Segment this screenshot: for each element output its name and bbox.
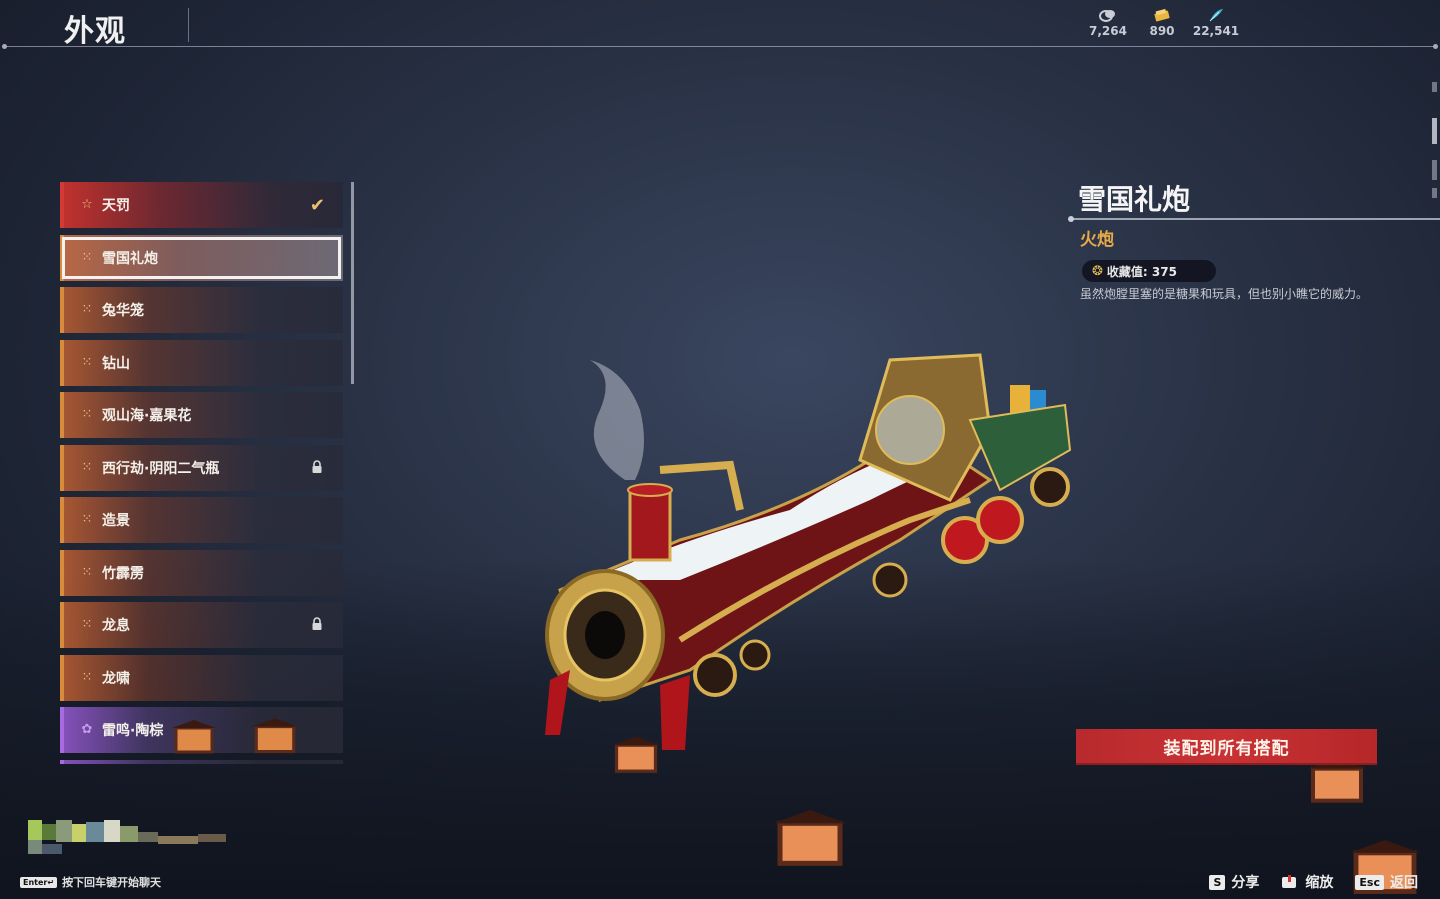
skin-item-label: 龙啸 (102, 670, 130, 687)
skin-item[interactable]: ⁙ 雪国礼炮 (60, 234, 343, 281)
collection-value: 收藏值: 375 (1106, 264, 1177, 279)
collection-icon: ❂ (1092, 263, 1103, 279)
chimney-top (627, 483, 673, 497)
top-bar: 外观 7,264 890 22,541 (0, 0, 1440, 50)
quad-dot-icon: ⁙ (81, 564, 93, 580)
front-fin (660, 675, 690, 750)
title-divider (188, 8, 189, 42)
skin-item-label: 兔华笼 (102, 303, 144, 319)
equipped-check-icon: ✔ (309, 195, 325, 216)
skin-item[interactable]: ⁙ 龙息 (60, 602, 343, 648)
skin-item-label: 天罚 (102, 198, 130, 214)
page-scroll-mark (1432, 82, 1437, 92)
quad-dot-icon: ⁙ (81, 302, 93, 317)
quad-dot-icon: ⁙ (81, 249, 93, 265)
skin-item[interactable]: ⁙ 龙啸 (60, 654, 343, 701)
cyan-feather-icon (1209, 9, 1223, 22)
skin-item-label: 观山海·嘉果花 (102, 408, 192, 424)
top-divider-line (4, 46, 1436, 47)
skin-item[interactable]: ⁙ 西行劫·阴阳二气瓶 (60, 444, 343, 491)
page-scroll-mark (1432, 160, 1437, 180)
skin-item[interactable]: ⁙ 钻山 (60, 339, 343, 386)
quad-dot-icon: ⁙ (81, 407, 93, 422)
skin-item-label: 造景 (102, 513, 130, 529)
skin-item-label: 钻山 (102, 355, 130, 372)
detail-divider-dot (1068, 216, 1074, 222)
zoom-label: 缩放 (1305, 875, 1334, 891)
chat-hint[interactable]: Enter↵ 按下回车键开始聊天 (20, 874, 161, 890)
back-label: 返回 (1390, 875, 1418, 891)
pixelated-player-name (28, 820, 226, 854)
skin-item-label: 雪国礼炮 (102, 250, 158, 267)
item-type: 火炮 (1080, 230, 1114, 250)
key-hints: S 分享 缩放 Esc 返回 (1187, 872, 1418, 892)
currency-value: 7,264 (1089, 24, 1127, 38)
skin-item-partial[interactable] (60, 759, 343, 764)
item-description: 虽然炮膛里塞的是糖果和玩具，但也别小瞧它的威力。 (1080, 287, 1369, 301)
share-hint[interactable]: S 分享 (1209, 872, 1259, 892)
currency-coins: 7,264 (1078, 8, 1138, 38)
divider-dot-left (2, 44, 7, 49)
skin-item-label: 龙息 (102, 618, 130, 634)
skin-list: ☆ 天罚 ✔ ⁙ 雪国礼炮 ⁙ 兔华笼 ⁙ 钻山 ⁙ 观山海·嘉果花 ⁙ 西行劫… (60, 182, 346, 764)
enter-key: Enter↵ (20, 876, 58, 888)
collection-badge: ❂ 收藏值: 375 (1082, 260, 1216, 282)
divider-dot-right (1433, 44, 1438, 49)
lock-icon (312, 617, 322, 630)
lantern-icon (252, 718, 298, 754)
currency-feathers: 22,541 (1186, 8, 1246, 38)
s-key: S (1209, 874, 1226, 890)
currency-value: 890 (1149, 24, 1175, 38)
skin-item[interactable]: ⁙ 造景 (60, 497, 343, 543)
skin-item-label: 雷鸣·陶棕 (102, 723, 164, 739)
detail-divider (1070, 218, 1440, 220)
list-scrollbar[interactable] (351, 182, 354, 384)
lantern-icon (1307, 758, 1367, 803)
skin-item[interactable]: ⁙ 竹霹雳 (60, 549, 343, 596)
skin-item-label: 竹霹雳 (102, 565, 144, 582)
page-scroll-mark (1432, 188, 1437, 198)
lock-icon (312, 459, 322, 473)
skin-item[interactable]: ⁙ 观山海·嘉果花 (60, 392, 343, 438)
triple-petal-icon: ✿ (81, 722, 93, 737)
esc-key: Esc (1355, 874, 1384, 890)
smoke-puff (590, 360, 644, 480)
item-name: 雪国礼炮 (1078, 183, 1191, 216)
zoom-hint[interactable]: 缩放 (1281, 872, 1333, 892)
snow-cannon-model[interactable] (530, 340, 1090, 760)
lantern-icon (172, 720, 216, 754)
currency-value: 22,541 (1192, 24, 1240, 38)
share-label: 分享 (1231, 875, 1260, 891)
skin-item-label: 西行劫·阴阳二气瓶 (102, 460, 220, 477)
gold-handle (659, 460, 744, 511)
snow-globe (875, 395, 945, 465)
quad-dot-icon: ⁙ (81, 512, 93, 527)
chimney (628, 488, 672, 562)
quad-dot-icon: ⁙ (81, 617, 93, 632)
page-scroll-thumb[interactable] (1432, 118, 1437, 144)
chat-hint-text: 按下回车键开始聊天 (62, 876, 162, 889)
skin-item[interactable]: ☆ 天罚 ✔ (60, 182, 343, 228)
quad-dot-icon: ⁙ (81, 669, 93, 685)
lantern-icon (612, 736, 660, 773)
coin-stack-icon (1099, 10, 1115, 22)
quad-dot-icon: ⁙ (81, 354, 93, 370)
skin-item[interactable]: ⁙ 兔华笼 (60, 287, 343, 333)
back-hint[interactable]: Esc 返回 (1355, 872, 1418, 892)
quad-dot-icon: ⁙ (81, 459, 93, 475)
equip-all-button[interactable]: 装配到所有搭配 (1076, 729, 1377, 765)
gold-ticket-icon (1154, 8, 1170, 22)
star-outline-icon: ☆ (81, 197, 93, 212)
mouse-icon (1282, 875, 1297, 888)
muzzle-bore (585, 611, 625, 659)
front-fin (545, 670, 570, 735)
page-title: 外观 (64, 14, 126, 49)
currency-tickets: 890 (1132, 8, 1192, 38)
lantern-icon (773, 810, 847, 866)
